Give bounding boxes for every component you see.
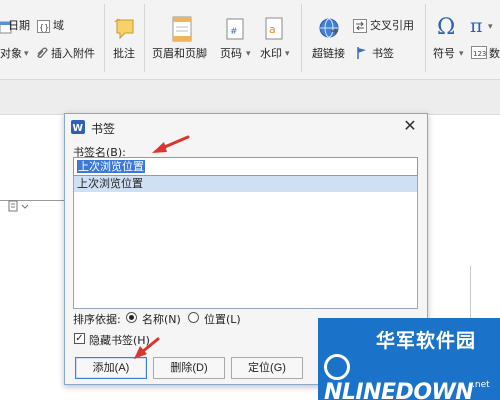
sort-by-location-radio[interactable] (188, 312, 199, 323)
symbol-button[interactable]: 符号 (433, 47, 455, 61)
number-button[interactable]: 数 (489, 47, 500, 61)
watermark-net-text: .net (472, 380, 490, 390)
bookmark-flag-icon (356, 46, 368, 63)
annotation-arrow-icon (134, 337, 160, 359)
page-number-icon: # (226, 18, 244, 43)
cross-reference-icon (353, 19, 367, 36)
header-footer-button[interactable]: 页眉和页脚 (152, 47, 207, 61)
close-icon[interactable]: ✕ (401, 117, 419, 135)
paragraph-icon[interactable] (8, 200, 30, 215)
attachment-icon (35, 46, 49, 63)
ribbon: 日期 {} 域 对象 ▾ 插入附件 批注 页眉和页脚 # 页码 ▾ a 水印 ▾… (0, 0, 500, 80)
page-number-dropdown-icon[interactable]: ▾ (246, 47, 251, 61)
delete-button[interactable]: 删除(D) (153, 357, 225, 379)
date-button[interactable]: 日期 (8, 19, 30, 33)
hidden-bookmarks-checkbox[interactable]: ✓ (74, 333, 85, 344)
header-footer-icon (172, 16, 192, 45)
dialog-title-bar[interactable]: W 书签 ✕ (65, 114, 427, 140)
number-format-icon: 123 (471, 46, 487, 62)
goto-button[interactable]: 定位(G) (231, 357, 303, 379)
pi-formula-icon: π (470, 15, 483, 37)
annotation-arrow-icon (152, 135, 190, 153)
ribbon-separator (301, 4, 302, 72)
logo-ring-icon (324, 354, 350, 380)
site-watermark: 华军软件园 NLINEDOWN .net (306, 318, 500, 400)
sort-by-location-label[interactable]: 位置(L) (204, 311, 241, 327)
sort-by-name-radio[interactable] (126, 312, 137, 323)
omega-symbol-icon: Ω (437, 15, 456, 40)
svg-text:a: a (269, 23, 276, 36)
svg-text:W: W (73, 123, 84, 134)
field-button[interactable]: 域 (53, 19, 64, 33)
bookmark-list[interactable]: 上次浏览位置 (73, 176, 418, 309)
list-item[interactable]: 上次浏览位置 (74, 176, 417, 192)
watermark-icon: a (265, 17, 283, 43)
formula-dropdown-icon[interactable]: ▾ (488, 20, 493, 34)
object-button[interactable]: 对象 (0, 47, 22, 61)
hyperlink-icon (318, 17, 340, 42)
ribbon-tab-strip (0, 80, 500, 115)
onlinedown-logo: NLINEDOWN (324, 354, 500, 400)
ribbon-separator (144, 4, 145, 72)
symbol-dropdown-icon[interactable]: ▾ (459, 47, 464, 61)
comment-icon (113, 18, 137, 45)
watermark-button[interactable]: 水印 (260, 47, 282, 61)
svg-text:#: # (230, 27, 238, 37)
dialog-title: 书签 (91, 122, 116, 136)
watermark-chinese-text: 华军软件园 (376, 330, 477, 352)
ribbon-separator (425, 4, 426, 72)
wps-writer-icon: W (71, 120, 85, 137)
bookmark-button[interactable]: 书签 (372, 47, 394, 61)
ribbon-separator (104, 4, 105, 72)
bookmark-name-input[interactable]: 上次浏览位置 (73, 157, 418, 176)
cross-reference-button[interactable]: 交叉引用 (370, 19, 414, 33)
object-dropdown-icon[interactable]: ▾ (24, 47, 29, 61)
watermark-dropdown-icon[interactable]: ▾ (285, 47, 290, 61)
sort-by-name-label[interactable]: 名称(N) (142, 311, 181, 327)
hyperlink-button[interactable]: 超链接 (312, 47, 345, 61)
sort-by-label: 排序依据: (73, 313, 121, 326)
comment-button[interactable]: 批注 (113, 47, 135, 61)
logo-text: NLINEDOWN (324, 380, 474, 400)
field-icon: {} (37, 20, 50, 36)
page-number-button[interactable]: 页码 (220, 47, 242, 61)
svg-text:{}: {} (39, 23, 49, 32)
svg-text:123: 123 (473, 50, 486, 58)
bookmark-name-value: 上次浏览位置 (77, 160, 145, 173)
insert-attachment-button[interactable]: 插入附件 (51, 47, 95, 61)
